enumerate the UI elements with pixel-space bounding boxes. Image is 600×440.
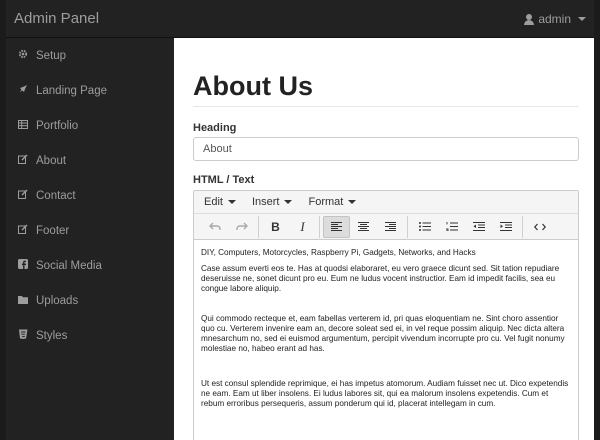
user-icon (524, 13, 535, 25)
user-name: admin (538, 12, 571, 26)
chevron-down-icon (227, 200, 236, 204)
chevron-down-icon (348, 200, 357, 204)
content-paragraph: DIY, Computers, Motorcycles, Raspberry P… (201, 248, 476, 257)
redo-button[interactable] (228, 216, 255, 238)
main-content: About Us Heading HTML / Text Edit Insert… (174, 38, 594, 440)
sidebar-item-label: Uploads (36, 294, 79, 307)
html-text-label: HTML / Text (193, 174, 255, 186)
align-left-button[interactable] (323, 215, 350, 238)
redo-icon (235, 222, 248, 230)
sidebar-item-label: Contact (36, 189, 76, 202)
history-group (198, 215, 259, 238)
bullet-list-icon (418, 222, 431, 231)
align-center-icon (358, 222, 369, 231)
menu-insert[interactable]: Insert (252, 196, 293, 208)
sidebar-item-label: Setup (36, 49, 67, 62)
align-group (320, 215, 408, 238)
sidebar-item-label: Social Media (36, 259, 102, 272)
sidebar-item-contact[interactable]: Contact (6, 178, 174, 213)
numbered-list-button[interactable] (438, 216, 465, 238)
menu-label: Edit (204, 196, 223, 208)
sidebar-item-landing-page[interactable]: Landing Page (6, 73, 174, 108)
sidebar-item-about[interactable]: About (6, 143, 174, 178)
top-navbar: Admin Panel admin (6, 0, 594, 38)
grid-icon (16, 119, 30, 132)
app-window: Admin Panel admin Setup Landing Page Por… (6, 0, 594, 440)
menu-edit[interactable]: Edit (204, 196, 236, 208)
edit-icon (16, 224, 30, 237)
sidebar-item-label: About (36, 154, 67, 167)
menu-format[interactable]: Format (308, 196, 357, 208)
indent-button[interactable] (492, 216, 519, 238)
editor-toolbar: B I (194, 214, 578, 240)
undo-button[interactable] (201, 216, 228, 238)
outdent-icon (472, 222, 485, 231)
sidebar-item-styles[interactable]: Styles (6, 318, 174, 353)
chevron-down-icon (284, 200, 293, 204)
source-code-icon (533, 223, 546, 230)
sidebar-item-social-media[interactable]: Social Media (6, 248, 174, 283)
sidebar-item-uploads[interactable]: Uploads (6, 283, 174, 318)
editor-menubar: Edit Insert Format (194, 191, 578, 214)
sidebar-item-label: Portfolio (36, 119, 79, 132)
sidebar-item-portfolio[interactable]: Portfolio (6, 108, 174, 143)
list-group (408, 215, 523, 238)
indent-icon (499, 222, 512, 231)
bullet-list-button[interactable] (411, 216, 438, 238)
code-group (523, 216, 556, 238)
italic-button[interactable]: I (289, 216, 316, 238)
heading-input[interactable] (193, 137, 579, 161)
numbered-list-icon (445, 222, 458, 231)
edit-icon (16, 154, 30, 167)
facebook-icon (16, 259, 30, 272)
editor-content[interactable]: DIY, Computers, Motorcycles, Raspberry P… (194, 240, 578, 427)
css-icon (16, 329, 30, 342)
italic-icon: I (300, 218, 305, 234)
rich-text-editor: Edit Insert Format B I DIY, Computers, M… (193, 190, 579, 440)
edit-icon (16, 189, 30, 202)
sidebar-item-footer[interactable]: Footer (6, 213, 174, 248)
bold-icon: B (271, 219, 280, 234)
user-menu[interactable]: admin (524, 12, 586, 26)
outdent-button[interactable] (465, 216, 492, 238)
title-divider (193, 106, 579, 107)
content-paragraph: Qui commodo recteque et, eam fabellas ve… (201, 314, 565, 353)
content-paragraph: Case assum everti eos te. Has at quodsi … (201, 264, 560, 293)
chevron-down-icon (578, 17, 586, 21)
style-group: B I (259, 215, 320, 238)
align-right-icon (385, 222, 396, 231)
align-left-icon (331, 222, 342, 231)
page-title: About Us (193, 71, 313, 101)
align-right-button[interactable] (377, 216, 404, 238)
sidebar-item-label: Styles (36, 329, 68, 342)
menu-label: Format (308, 196, 344, 208)
content-paragraph: Ut est consul splendide reprimique, ei h… (201, 379, 569, 408)
gear-icon (16, 49, 30, 62)
heading-label: Heading (193, 122, 237, 134)
sidebar: Setup Landing Page Portfolio About Conta… (6, 38, 174, 440)
folder-icon (16, 295, 30, 307)
sidebar-item-setup[interactable]: Setup (6, 38, 174, 73)
align-center-button[interactable] (350, 216, 377, 238)
source-code-button[interactable] (526, 216, 553, 238)
undo-icon (208, 222, 221, 230)
sidebar-item-label: Footer (36, 224, 70, 237)
brand-title[interactable]: Admin Panel (14, 10, 99, 27)
bold-button[interactable]: B (262, 216, 289, 238)
menu-label: Insert (251, 196, 280, 208)
sidebar-item-label: Landing Page (36, 84, 107, 97)
rocket-icon (16, 84, 30, 97)
